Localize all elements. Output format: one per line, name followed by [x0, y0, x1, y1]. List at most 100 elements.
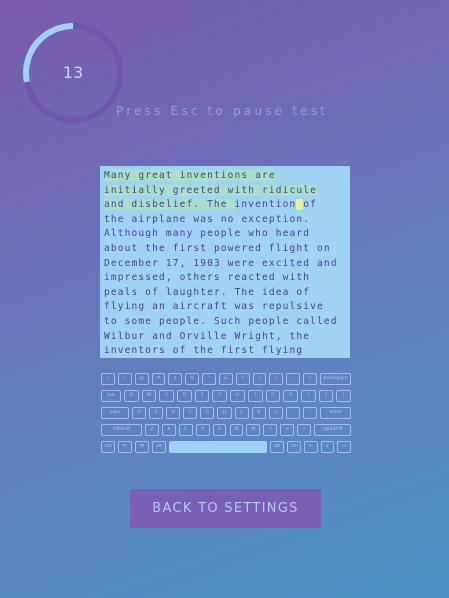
key[interactable]: A: [132, 407, 147, 419]
key[interactable]: Y: [212, 390, 228, 402]
passage-line: the airplane was no exception.: [104, 213, 346, 228]
key[interactable]: @: [134, 373, 149, 385]
key[interactable]: K: [251, 407, 266, 419]
passage-word: of: [172, 345, 187, 357]
key[interactable]: ctrl: [287, 441, 302, 453]
key[interactable]: E: [159, 390, 175, 402]
passage-word: initially: [104, 184, 166, 196]
key[interactable]: W: [141, 390, 157, 402]
key[interactable]: alt: [152, 441, 166, 453]
key[interactable]: $: [168, 373, 183, 385]
key[interactable]: V: [195, 424, 210, 436]
key[interactable]: I: [247, 390, 263, 402]
key[interactable]: rightShift: [314, 424, 351, 436]
key[interactable]: ⌘: [135, 441, 149, 453]
passage-word: people: [248, 315, 290, 327]
key[interactable]: ?: [297, 424, 311, 436]
passage-word: the: [104, 213, 125, 225]
key[interactable]: Z: [145, 424, 159, 436]
key[interactable]: F: [183, 407, 198, 419]
key[interactable]: D: [166, 407, 181, 419]
key[interactable]: &: [218, 373, 233, 385]
passage-word: of: [303, 199, 317, 211]
passage-line: to some people. Such people called: [104, 315, 346, 330]
passage-word: ridicule: [262, 184, 317, 196]
back-to-settings-button[interactable]: BACK TO SETTINGS: [130, 489, 321, 528]
passage-word: invention: [234, 199, 297, 211]
key[interactable]: *: [235, 373, 250, 385]
passage-word: Such: [213, 315, 242, 327]
key[interactable]: backspace: [320, 373, 351, 385]
typing-passage[interactable]: Many great inventions are initially greet…: [100, 166, 350, 358]
passage-word: greeted: [172, 184, 221, 196]
key[interactable]: ): [269, 373, 284, 385]
passage-word: no: [220, 213, 235, 225]
passage-word: of: [145, 286, 159, 298]
key[interactable]: J: [234, 407, 249, 419]
key[interactable]: →: [337, 441, 351, 453]
key[interactable]: B: [212, 424, 227, 436]
key[interactable]: U: [230, 390, 245, 402]
key[interactable]: M: [246, 424, 261, 436]
key[interactable]: tab: [101, 390, 121, 402]
passage-line: about the first powered flight on: [104, 242, 346, 257]
key[interactable]: ~: [101, 373, 115, 385]
key[interactable]: alt: [270, 441, 285, 453]
key[interactable]: %: [185, 373, 200, 385]
key-space[interactable]: [169, 441, 268, 453]
passage-line: December 17, 1903 were excited and: [104, 257, 346, 272]
passage-word: others: [179, 272, 221, 284]
key[interactable]: Q: [124, 390, 139, 402]
key[interactable]: ←: [304, 441, 318, 453]
passage-line: initially greeted with ridicule: [104, 184, 346, 199]
key[interactable]: ": [302, 407, 317, 419]
passage-word: great: [138, 170, 173, 181]
key[interactable]: (: [252, 373, 267, 385]
passage-line: peals of laughter. The idea of: [104, 286, 346, 301]
passage-word: was: [193, 213, 214, 225]
passage-line: flying an aircraft was repulsive: [104, 300, 346, 315]
passage-word: are: [255, 170, 276, 181]
key[interactable]: X: [161, 424, 176, 436]
passage-line: Wilbur and Orville Wright, the: [104, 330, 346, 345]
key[interactable]: R: [177, 390, 192, 402]
passage-word: of: [296, 286, 311, 298]
key[interactable]: :: [285, 407, 300, 419]
passage-word: The: [234, 286, 256, 298]
passage-word: with: [282, 272, 311, 284]
key[interactable]: +: [303, 373, 317, 385]
passage-word: the: [193, 345, 214, 357]
key[interactable]: }: [318, 390, 334, 402]
key[interactable]: P: [283, 390, 298, 402]
key[interactable]: G: [200, 407, 215, 419]
key[interactable]: _: [286, 373, 301, 385]
key[interactable]: ctrl: [101, 441, 115, 453]
passage-word: heard: [275, 228, 311, 240]
key[interactable]: L: [268, 407, 283, 419]
key[interactable]: S: [149, 407, 164, 419]
key[interactable]: #: [151, 373, 166, 385]
key[interactable]: !: [117, 373, 132, 385]
keyboard-row: tab Q W E R T Y U I O P{} |: [101, 390, 351, 402]
key[interactable]: caps: [101, 407, 129, 419]
key[interactable]: leftShift: [101, 424, 142, 436]
key[interactable]: ↓: [320, 441, 335, 453]
key[interactable]: N: [229, 424, 244, 436]
key[interactable]: >: [280, 424, 295, 436]
key[interactable]: |: [336, 390, 351, 402]
key[interactable]: ^: [202, 373, 216, 385]
key[interactable]: O: [265, 390, 281, 402]
keyboard-row: caps A S D F G H J K L: " enter: [101, 407, 351, 419]
passage-word: reacted: [227, 272, 276, 284]
key[interactable]: C: [178, 424, 193, 436]
passage-word: airplane: [131, 213, 187, 225]
passage-word: called: [296, 315, 338, 327]
key[interactable]: H: [217, 407, 232, 419]
key[interactable]: <: [263, 424, 278, 436]
key[interactable]: T: [194, 390, 210, 402]
key[interactable]: {: [300, 390, 316, 402]
key[interactable]: fn: [118, 441, 132, 453]
key[interactable]: enter: [320, 407, 351, 419]
passage-line: inventors of the first flying: [104, 344, 346, 358]
passage-word: to: [104, 315, 118, 327]
